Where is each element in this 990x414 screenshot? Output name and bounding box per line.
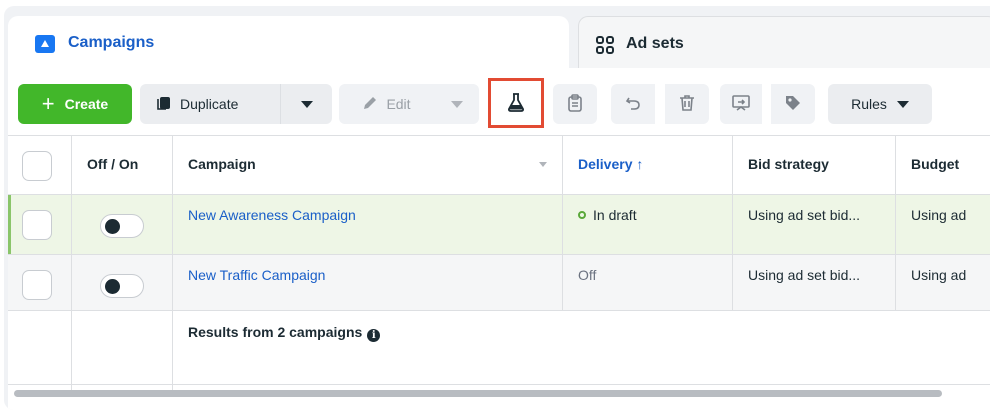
budget-value: Using ad: [911, 267, 967, 283]
chevron-down-icon: [300, 100, 313, 108]
chevron-down-icon: [450, 100, 463, 108]
column-header-delivery[interactable]: Delivery ↑: [578, 156, 643, 172]
scrollbar-track: [8, 384, 990, 385]
tag-icon: [784, 94, 802, 115]
create-button-label: Create: [64, 96, 109, 112]
header-off-on-cell: Off / On: [72, 136, 173, 194]
results-row: [8, 311, 990, 391]
bid-strategy-value: Using ad set bid...: [748, 267, 861, 283]
row-campaign-cell: New Awareness Campaign: [173, 195, 563, 254]
campaign-toggle[interactable]: [100, 274, 144, 298]
row-select-cell: [8, 255, 72, 310]
row-select-cell: [8, 195, 72, 254]
row-bid-strategy-cell: Using ad set bid...: [733, 255, 896, 310]
select-all-checkbox[interactable]: [22, 151, 52, 181]
draft-status-dot-icon: [578, 211, 586, 219]
campaigns-folder-icon: [35, 34, 55, 54]
campaign-name-link[interactable]: New Traffic Campaign: [188, 267, 325, 283]
duplicate-button[interactable]: Duplicate: [140, 84, 280, 124]
row-budget-cell: Using ad: [896, 255, 990, 310]
toolbar: + Create Duplicate Edit Rules: [8, 68, 990, 136]
ad-sets-grid-icon: [595, 35, 615, 55]
pencil-icon: [362, 95, 378, 114]
duplicate-dropdown-button[interactable]: [280, 84, 332, 124]
row-campaign-cell: New Traffic Campaign: [173, 255, 563, 310]
budget-value: Using ad: [911, 207, 967, 223]
ads-manager-frame: Campaigns Ad sets + Create Duplicate Edi…: [4, 6, 990, 410]
table-row[interactable]: New Traffic Campaign Off Using ad set bi…: [8, 255, 990, 311]
results-spacer-cell: [72, 311, 173, 391]
row-checkbox[interactable]: [22, 210, 52, 240]
delivery-status: In draft: [578, 207, 637, 223]
header-delivery-cell: Delivery ↑: [563, 136, 733, 194]
column-header-campaign[interactable]: Campaign: [188, 156, 256, 172]
tab-campaigns[interactable]: Campaigns: [8, 16, 569, 76]
bid-strategy-value: Using ad set bid...: [748, 207, 861, 223]
row-delivery-cell: In draft: [563, 195, 733, 254]
row-toggle-cell: [72, 255, 173, 310]
chevron-down-icon: [896, 100, 909, 108]
undo-button[interactable]: [611, 84, 655, 124]
export-button[interactable]: [720, 84, 762, 124]
row-checkbox[interactable]: [22, 270, 52, 300]
sort-chevron-icon: [539, 162, 547, 167]
row-delivery-cell: Off: [563, 255, 733, 310]
edit-dropdown-button[interactable]: [434, 84, 479, 124]
duplicate-button-label: Duplicate: [180, 96, 239, 112]
plus-icon: +: [41, 91, 55, 116]
header-campaign-cell: Campaign: [173, 136, 563, 194]
column-header-budget[interactable]: Budget: [911, 156, 959, 172]
rules-dropdown-button[interactable]: Rules: [828, 84, 932, 124]
results-spacer-cell: [8, 311, 72, 391]
info-icon[interactable]: i: [367, 329, 381, 342]
clipboard-button[interactable]: [553, 84, 597, 124]
flask-icon: [507, 92, 525, 115]
undo-icon: [625, 95, 641, 114]
delivery-status-text: In draft: [593, 207, 637, 223]
header-budget-cell: Budget: [896, 136, 990, 194]
row-bid-strategy-cell: Using ad set bid...: [733, 195, 896, 254]
tab-ad-sets[interactable]: Ad sets: [578, 16, 990, 76]
rules-button-label: Rules: [851, 96, 887, 112]
edit-button[interactable]: Edit: [339, 84, 434, 124]
header-select-cell: [8, 136, 72, 194]
results-summary: Results from 2 campaigns i: [188, 324, 381, 342]
duplicate-icon: [156, 95, 172, 114]
column-header-off-on[interactable]: Off / On: [87, 156, 138, 172]
toggle-knob: [105, 279, 120, 294]
export-icon: [732, 94, 750, 115]
a-b-test-button[interactable]: [488, 78, 544, 128]
column-header-bid-strategy[interactable]: Bid strategy: [748, 156, 829, 172]
delivery-status-text: Off: [578, 267, 597, 283]
tab-ad-sets-label: Ad sets: [626, 35, 684, 52]
table-row[interactable]: New Awareness Campaign In draft Using ad…: [8, 195, 990, 255]
toggle-knob: [105, 219, 120, 234]
delete-button[interactable]: [665, 84, 709, 124]
campaign-toggle[interactable]: [100, 214, 144, 238]
table-header-row: Off / On Campaign Delivery ↑ Bid strateg…: [8, 136, 990, 195]
tag-button[interactable]: [771, 84, 815, 124]
trash-icon: [679, 94, 695, 115]
campaigns-panel: + Create Duplicate Edit Rules Off / On C…: [8, 68, 990, 410]
header-bid-strategy-cell: Bid strategy: [733, 136, 896, 194]
edit-button-label: Edit: [386, 96, 411, 112]
create-button[interactable]: + Create: [18, 84, 132, 124]
clipboard-icon: [567, 93, 583, 115]
campaign-name-link[interactable]: New Awareness Campaign: [188, 207, 356, 223]
row-budget-cell: Using ad: [896, 195, 990, 254]
row-toggle-cell: [72, 195, 173, 254]
horizontal-scrollbar[interactable]: [14, 390, 942, 397]
tab-campaigns-label: Campaigns: [68, 34, 155, 51]
results-summary-text: Results from 2 campaigns: [188, 324, 363, 340]
